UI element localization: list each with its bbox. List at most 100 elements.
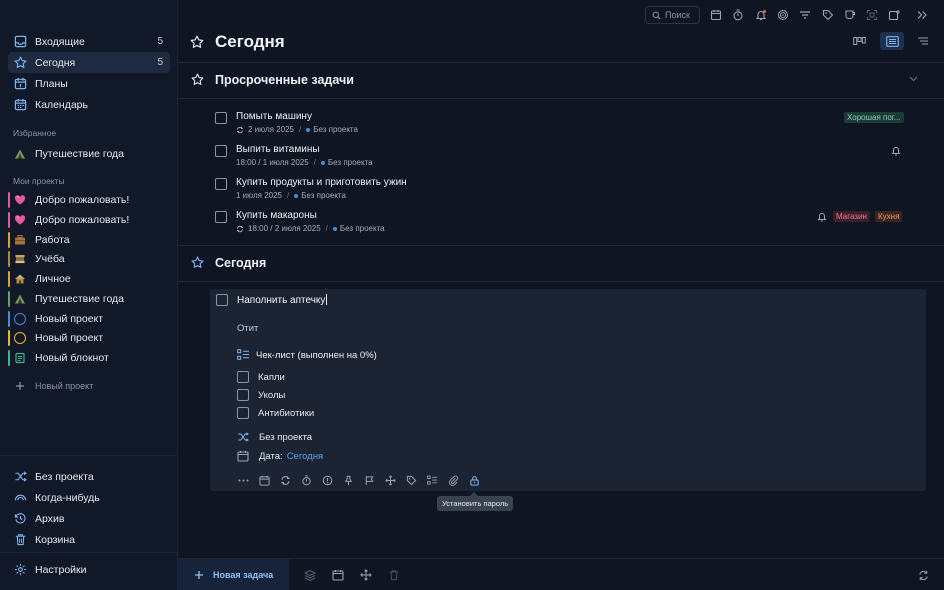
project-item[interactable]: Добро пожаловать! xyxy=(8,189,170,210)
checklist-icon[interactable] xyxy=(426,474,438,486)
task-tag[interactable]: Магазин xyxy=(833,211,870,222)
timer-icon[interactable] xyxy=(731,8,745,22)
shuffle-icon xyxy=(13,470,27,484)
filter-icon[interactable] xyxy=(798,8,812,22)
overdue-section-title[interactable]: Просроченные задачи xyxy=(215,73,354,87)
sidebar-item-plans[interactable]: Планы xyxy=(8,73,170,94)
task-title-input[interactable]: Наполнить аптечку xyxy=(237,294,328,306)
checklist-header[interactable]: Чек-лист (выполнен на 0%) xyxy=(237,349,377,361)
add-project-button[interactable]: Новый проект xyxy=(8,375,170,396)
move-icon[interactable] xyxy=(360,569,372,581)
rainbow-icon xyxy=(13,491,27,505)
task-tag[interactable]: Хорошая пог... xyxy=(844,112,904,123)
checklist-item[interactable]: Антибиотики xyxy=(237,407,314,419)
project-item[interactable]: Работа xyxy=(8,229,170,250)
task-checkbox[interactable] xyxy=(215,112,227,124)
priority-icon[interactable] xyxy=(321,474,333,486)
list-view-button[interactable] xyxy=(880,32,904,50)
trash-icon[interactable] xyxy=(388,569,400,581)
project-item[interactable]: Новый блокнот xyxy=(8,347,170,368)
repeat-icon xyxy=(236,225,244,233)
sidebar-item-inbox[interactable]: Входящие 5 xyxy=(8,31,170,52)
checklist-item[interactable]: Уколы xyxy=(237,389,285,401)
task-tag[interactable]: Кухня xyxy=(875,211,903,222)
sidebar-item-trash[interactable]: Корзина xyxy=(8,529,170,550)
add-window-icon[interactable] xyxy=(887,8,901,22)
star-icon[interactable] xyxy=(191,73,204,86)
sidebar-item-label: Путешествие года xyxy=(35,147,125,160)
move-icon[interactable] xyxy=(384,474,396,486)
task-title[interactable]: Выпить витамины xyxy=(236,144,320,155)
task-title[interactable]: Купить макароны xyxy=(236,210,317,221)
star-icon[interactable] xyxy=(190,35,204,49)
task-checkbox[interactable] xyxy=(216,294,228,306)
project-dot-icon xyxy=(332,226,337,231)
sidebar-item-calendar[interactable]: Календарь xyxy=(8,94,170,115)
expanded-task-card[interactable]: Наполнить аптечку Отит Чек-лист (выполне… xyxy=(210,289,926,491)
task-note[interactable]: Отит xyxy=(237,323,258,334)
checklist-item-label: Антибиотики xyxy=(258,407,315,419)
sidebar-item-today[interactable]: Сегодня 5 xyxy=(8,52,170,73)
task-checkbox[interactable] xyxy=(215,145,227,157)
tag-icon[interactable] xyxy=(405,474,417,486)
sidebar-item-archive[interactable]: Архив xyxy=(8,508,170,529)
project-item[interactable]: Новый проект xyxy=(8,308,170,329)
calendar-icon[interactable] xyxy=(709,8,723,22)
task-title[interactable]: Помыть машину xyxy=(236,111,312,122)
shuffle-icon xyxy=(237,431,249,443)
layers-icon[interactable] xyxy=(304,569,316,581)
tent-icon xyxy=(13,147,27,161)
calendar-icon[interactable] xyxy=(258,474,270,486)
repeat-icon[interactable] xyxy=(279,474,291,486)
cup-icon[interactable] xyxy=(843,8,857,22)
bell-icon xyxy=(891,145,901,156)
today-section-title[interactable]: Сегодня xyxy=(215,256,266,270)
sidebar-item-label: Новый блокнот xyxy=(35,351,109,364)
sidebar-item-label: Без проекта xyxy=(35,470,94,483)
task-project: Без проекта xyxy=(313,125,358,134)
fullscreen-icon[interactable] xyxy=(865,8,879,22)
more-icon[interactable] xyxy=(237,474,249,486)
focus-icon[interactable] xyxy=(776,8,790,22)
kanban-view-button[interactable] xyxy=(847,32,871,50)
sort-button[interactable] xyxy=(911,32,935,50)
date-property[interactable]: Дата: Сегодня xyxy=(237,450,323,462)
star-icon[interactable] xyxy=(191,256,204,269)
date-label: Дата: xyxy=(259,450,283,462)
favorite-item[interactable]: Путешествие года xyxy=(8,143,170,164)
checklist-checkbox[interactable] xyxy=(237,389,249,401)
tag-icon[interactable] xyxy=(821,8,835,22)
page-title: Сегодня xyxy=(215,32,285,51)
project-item[interactable]: Добро пожаловать! xyxy=(8,209,170,230)
pin-icon[interactable] xyxy=(342,474,354,486)
flag-icon[interactable] xyxy=(363,474,375,486)
project-item[interactable]: Путешествие года xyxy=(8,288,170,309)
project-property[interactable]: Без проекта xyxy=(237,431,312,443)
checklist-item-label: Уколы xyxy=(258,389,286,401)
checklist-checkbox[interactable] xyxy=(237,407,249,419)
sync-icon[interactable] xyxy=(917,569,929,581)
checklist-item[interactable]: Капли xyxy=(237,371,285,383)
checklist-checkbox[interactable] xyxy=(237,371,249,383)
task-checkbox[interactable] xyxy=(215,211,227,223)
project-item[interactable]: Личное xyxy=(8,268,170,289)
task-title[interactable]: Купить продукты и приготовить ужин xyxy=(236,177,407,188)
sidebar-item-someday[interactable]: Когда-нибудь xyxy=(8,487,170,508)
sidebar-item-settings[interactable]: Настройки xyxy=(8,559,170,580)
attachment-icon[interactable] xyxy=(447,474,459,486)
chevron-down-icon[interactable] xyxy=(909,76,918,82)
search-input[interactable]: Поиск xyxy=(645,6,700,24)
repeat-icon xyxy=(236,126,244,134)
sidebar-item-no-project[interactable]: Без проекта xyxy=(8,466,170,487)
new-task-button[interactable]: Новая задача xyxy=(178,559,289,590)
collapse-panel-icon[interactable] xyxy=(915,8,929,22)
task-checkbox[interactable] xyxy=(215,178,227,190)
calendar-icon[interactable] xyxy=(332,569,344,581)
bell-icon[interactable] xyxy=(754,8,768,22)
timer-icon[interactable] xyxy=(300,474,312,486)
lock-icon[interactable] xyxy=(468,474,480,486)
project-item[interactable]: Новый проект xyxy=(8,327,170,348)
project-item[interactable]: Учёба xyxy=(8,248,170,269)
projects-label: Мои проекты xyxy=(13,176,65,186)
date-value[interactable]: Сегодня xyxy=(287,451,323,462)
